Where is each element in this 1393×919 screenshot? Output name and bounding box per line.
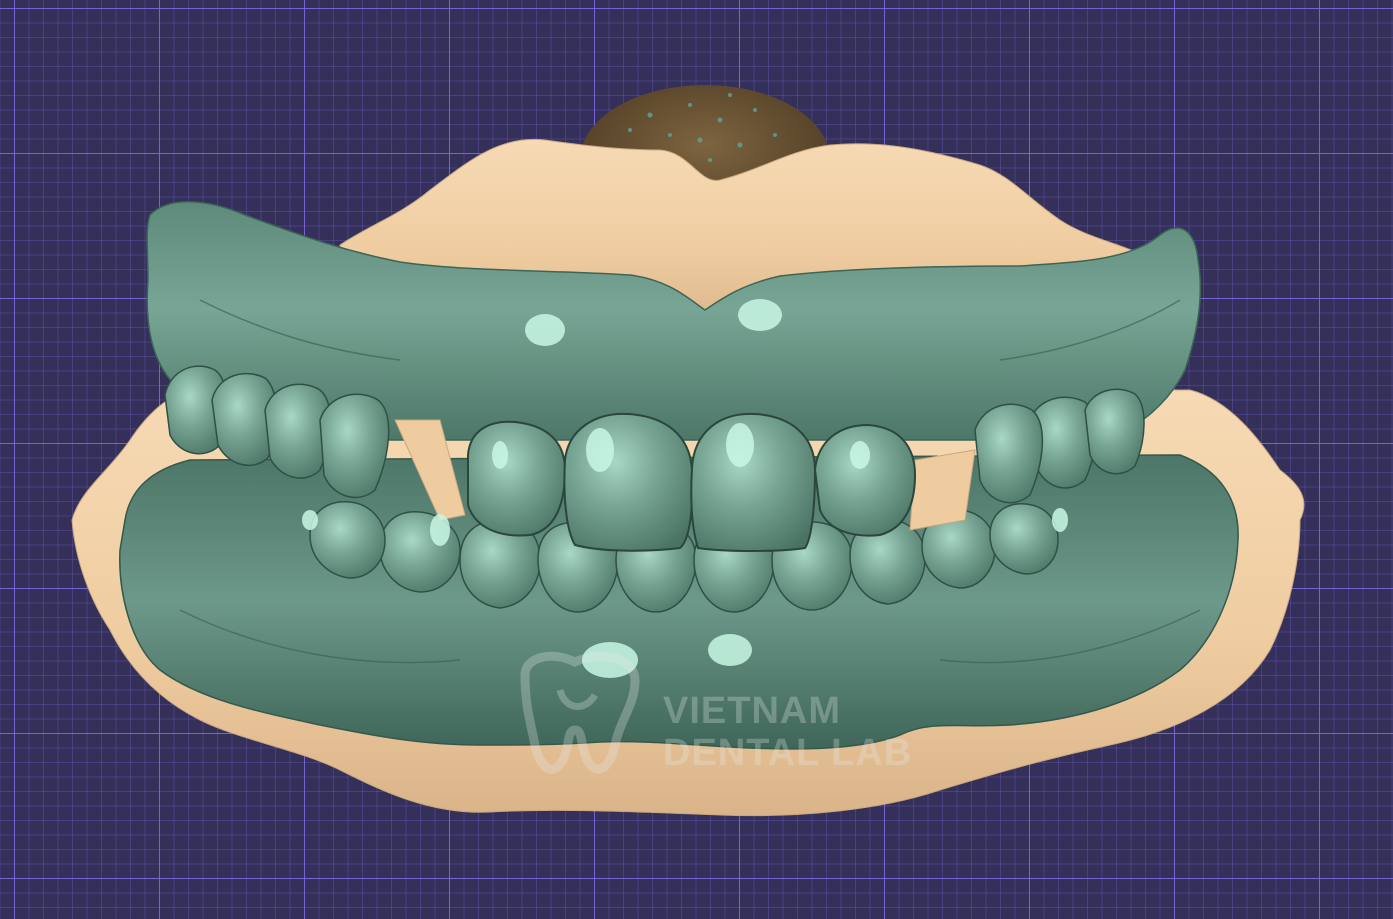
dental-model-render	[71, 85, 1305, 817]
watermark: VIETNAM DENTAL LAB	[505, 650, 911, 780]
tooth-upper-left-central	[563, 412, 694, 552]
tooth-upper-right-lateral	[813, 423, 917, 537]
tooth-logo-icon	[520, 651, 640, 774]
watermark-line1: VIETNAM	[663, 690, 841, 732]
stone-gap-right	[909, 449, 976, 531]
tooth-upper-left-canine	[467, 420, 567, 537]
tooth-upper-right-central	[690, 412, 817, 552]
3d-viewport[interactable]: VIETNAM DENTAL LAB	[0, 0, 1393, 919]
watermark-line2: DENTAL LAB	[663, 732, 913, 774]
